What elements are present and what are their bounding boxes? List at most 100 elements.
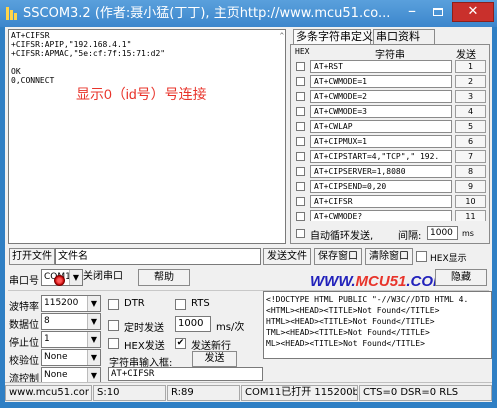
- string-field[interactable]: AT+CWMODE=1: [310, 75, 452, 88]
- chevron-down-icon: ▼: [87, 296, 100, 311]
- string-field[interactable]: AT+CWMODE=2: [310, 90, 452, 103]
- send-line: ML><HEAD><TITLE>Not Found</TITLE>: [266, 339, 425, 348]
- hex-checkbox[interactable]: [296, 92, 305, 101]
- timed-send-checkbox[interactable]: [108, 320, 119, 331]
- send-row-button[interactable]: 5: [455, 120, 486, 133]
- help-button[interactable]: 帮助: [138, 269, 190, 286]
- grid-header: HEX 字符串 发送: [291, 45, 489, 61]
- string-row: AT+CWMODE=2 3: [293, 89, 489, 104]
- send-row-button[interactable]: 7: [455, 150, 486, 163]
- string-field[interactable]: AT+CWMODE=3: [310, 105, 452, 118]
- string-field[interactable]: AT+CIPMUX=1: [310, 135, 452, 148]
- hex-checkbox[interactable]: [296, 152, 305, 161]
- parity-select[interactable]: None ▼: [41, 349, 101, 366]
- app-window: SSCOM3.2 (作者:聂小猛(丁丁), 主页http://www.mcu51…: [0, 0, 497, 408]
- close-button[interactable]: ✕: [452, 2, 494, 22]
- chevron-down-icon: ▼: [87, 314, 100, 329]
- status-received: R:89: [167, 385, 240, 401]
- hex-checkbox[interactable]: [296, 107, 305, 116]
- hex-checkbox[interactable]: [296, 62, 305, 71]
- status-lines: CTS=0 DSR=0 RLS: [359, 385, 492, 401]
- receive-line: OK: [11, 67, 21, 76]
- send-row-button[interactable]: 1: [455, 60, 486, 73]
- hex-checkbox[interactable]: [296, 182, 305, 191]
- string-field[interactable]: AT+RST: [310, 60, 452, 73]
- minimize-button[interactable]: –: [402, 2, 422, 22]
- hex-checkbox[interactable]: [296, 212, 305, 221]
- multi-string-panel: 多条字符串定义 串口资料 HEX 字符串 发送 AT+RST 1 AT+CWMO…: [290, 29, 490, 244]
- string-field[interactable]: AT+CWLAP: [310, 120, 452, 133]
- send-button[interactable]: 发送: [192, 351, 237, 367]
- string-row: AT+CWMODE? 11: [293, 209, 489, 221]
- send-row-button[interactable]: 6: [455, 135, 486, 148]
- send-row-button[interactable]: 2: [455, 75, 486, 88]
- loop-send-label: 自动循环发送,: [310, 231, 374, 242]
- dtr-checkbox[interactable]: [108, 299, 119, 310]
- string-input[interactable]: AT+CIFSR: [108, 367, 263, 381]
- hex-checkbox[interactable]: [296, 167, 305, 176]
- tab-multi-string[interactable]: 多条字符串定义: [293, 29, 373, 44]
- hex-checkbox[interactable]: [296, 77, 305, 86]
- stopbits-select[interactable]: 1 ▼: [41, 331, 101, 348]
- brand-prefix: WWW.: [310, 273, 356, 290]
- send-row-button[interactable]: 11: [455, 210, 486, 221]
- hex-checkbox[interactable]: [296, 137, 305, 146]
- scroll-up-icon[interactable]: ^: [280, 32, 284, 41]
- maximize-button[interactable]: [428, 2, 448, 22]
- string-row: AT+CIFSR 10: [293, 194, 489, 209]
- hide-button[interactable]: 隐藏: [435, 269, 487, 286]
- file-name-input[interactable]: 文件名: [55, 248, 261, 265]
- baud-value: 115200: [44, 298, 79, 308]
- timed-send-label: 定时发送: [124, 323, 164, 334]
- send-row-button[interactable]: 4: [455, 105, 486, 118]
- window-title: SSCOM3.2 (作者:聂小猛(丁丁), 主页http://www.mcu51…: [23, 6, 391, 21]
- website-link[interactable]: WWW.MCU51.COM: [310, 273, 446, 290]
- send-row-button[interactable]: 3: [455, 90, 486, 103]
- receive-textarea[interactable]: AT+CIFSR +CIFSR:APIP,"192.168.4.1" +CIFS…: [8, 29, 286, 244]
- send-file-button[interactable]: 发送文件: [263, 248, 311, 265]
- receive-line: [11, 58, 283, 67]
- hex-send-checkbox[interactable]: [108, 338, 119, 349]
- save-window-button[interactable]: 保存窗口: [314, 248, 362, 265]
- tab-port-info[interactable]: 串口资料: [373, 29, 435, 44]
- string-field[interactable]: AT+CIPSTART=4,"TCP"," 192.: [310, 150, 452, 163]
- loop-send-checkbox[interactable]: [296, 229, 305, 238]
- send-row-button[interactable]: 8: [455, 165, 486, 178]
- stopbits-value: 1: [44, 334, 50, 344]
- clear-window-button[interactable]: 清除窗口: [365, 248, 413, 265]
- hex-checkbox[interactable]: [296, 197, 305, 206]
- receive-line: 0,CONNECT: [11, 76, 55, 85]
- open-file-button[interactable]: 打开文件: [9, 248, 55, 265]
- hex-checkbox[interactable]: [296, 122, 305, 131]
- databits-select[interactable]: 8 ▼: [41, 313, 101, 330]
- status-sent: S:10: [93, 385, 166, 401]
- send-row-button[interactable]: 10: [455, 195, 486, 208]
- string-field[interactable]: AT+CIPSEND=0,20: [310, 180, 452, 193]
- send-textarea[interactable]: <!DOCTYPE HTML PUBLIC "-//W3C//DTD HTML …: [263, 291, 492, 359]
- send-row-button[interactable]: 9: [455, 180, 486, 193]
- status-port: COM11已打开 115200bps: [241, 385, 358, 401]
- brand-name: MCU51: [355, 273, 407, 290]
- receive-line: +CIFSR:APIP,"192.168.4.1": [11, 40, 132, 49]
- string-row: AT+CIPSERVER=1,8080 8: [293, 164, 489, 179]
- baud-select[interactable]: 115200 ▼: [41, 295, 101, 312]
- close-port-button[interactable]: 关闭串口: [74, 269, 132, 286]
- send-line: <HTML><HEAD><TITLE>Not Found</TITLE>: [266, 306, 440, 315]
- databits-label: 数据位: [9, 320, 39, 331]
- status-bar: www.mcu51.cor S:10 R:89 COM11已打开 115200b…: [5, 382, 492, 402]
- flow-value: None: [44, 370, 68, 380]
- hex-display-checkbox[interactable]: [416, 251, 427, 262]
- interval-input[interactable]: 1000: [427, 226, 458, 240]
- app-icon: [6, 7, 17, 20]
- dtr-label: DTR: [124, 298, 145, 309]
- string-field[interactable]: AT+CIPSERVER=1,8080: [310, 165, 452, 178]
- send-newline-checkbox[interactable]: ✔: [175, 338, 186, 349]
- string-field[interactable]: AT+CWMODE?: [310, 210, 452, 221]
- port-status-icon: [54, 275, 65, 286]
- rts-checkbox[interactable]: [175, 299, 186, 310]
- parity-value: None: [44, 352, 68, 362]
- timed-interval-input[interactable]: 1000: [175, 316, 211, 332]
- send-newline-label: 发送新行: [191, 341, 231, 352]
- rts-label: RTS: [191, 298, 210, 309]
- string-field[interactable]: AT+CIFSR: [310, 195, 452, 208]
